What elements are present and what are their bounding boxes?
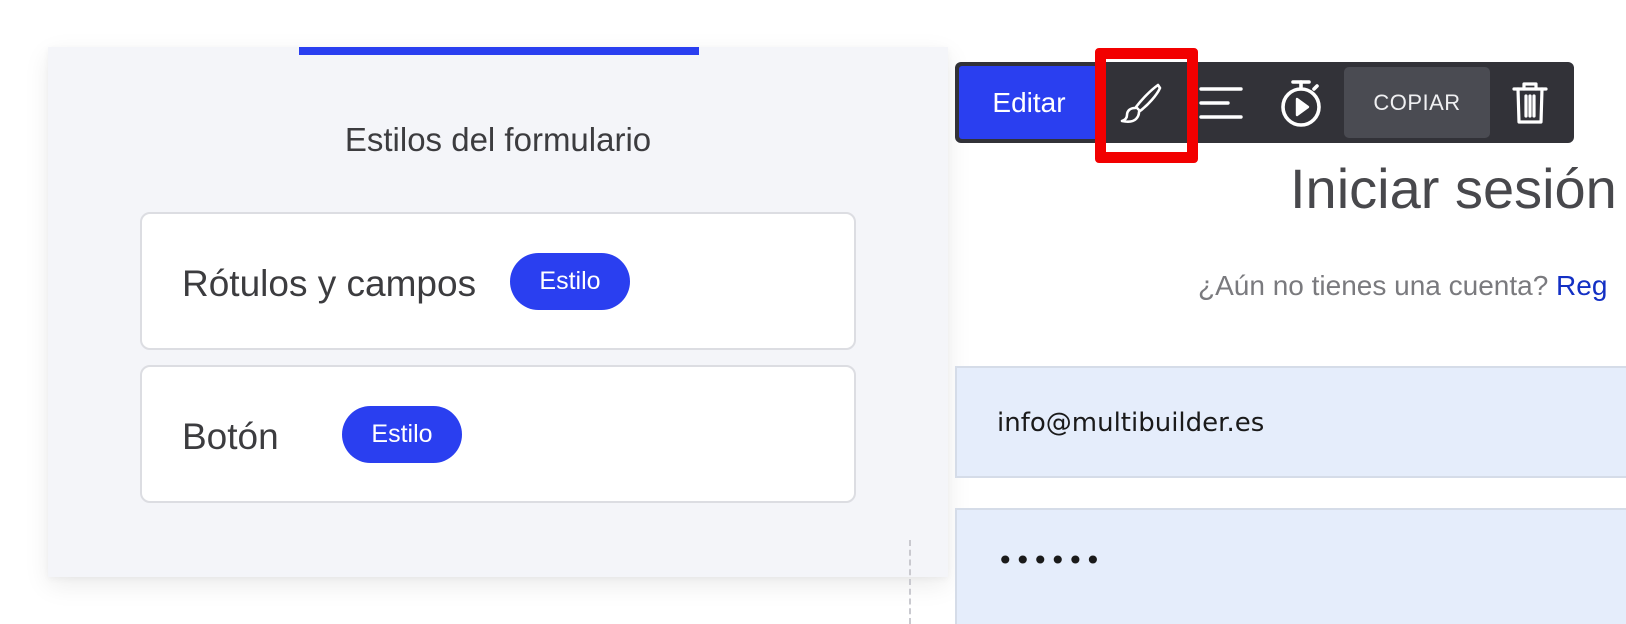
password-value: ••••••: [997, 544, 1103, 577]
style-card-label: Rótulos y campos: [182, 263, 477, 304]
style-card-label: Botón: [182, 416, 279, 457]
style-card-button: Botón Estilo: [140, 365, 856, 503]
style-button-button[interactable]: Estilo: [342, 406, 462, 463]
element-toolbar: Editar COPIAR: [955, 62, 1574, 143]
login-title: Iniciar sesión: [1290, 157, 1617, 220]
panel-accent-bar: [299, 47, 699, 55]
align-icon[interactable]: [1186, 62, 1256, 143]
form-styles-panel: Estilos del formulario Rótulos y campos …: [48, 47, 948, 577]
edit-button[interactable]: Editar: [959, 66, 1099, 139]
canvas-divider: [909, 540, 911, 624]
signup-link[interactable]: Reg: [1556, 270, 1607, 301]
signup-prompt: ¿Aún no tienes una cuenta? Reg: [1198, 270, 1607, 302]
style-button-labels-fields[interactable]: Estilo: [510, 253, 630, 310]
signup-prompt-text: ¿Aún no tienes una cuenta?: [1198, 270, 1549, 301]
password-field[interactable]: ••••••: [955, 508, 1626, 624]
timer-play-icon[interactable]: [1266, 62, 1336, 143]
email-value: info@multibuilder.es: [997, 408, 1265, 438]
paintbrush-icon[interactable]: [1106, 62, 1176, 143]
trash-icon[interactable]: [1495, 62, 1565, 143]
panel-title: Estilos del formulario: [344, 121, 652, 158]
style-card-labels-fields: Rótulos y campos Estilo: [140, 212, 856, 350]
copy-button[interactable]: COPIAR: [1344, 67, 1490, 138]
email-field[interactable]: info@multibuilder.es: [955, 366, 1626, 478]
